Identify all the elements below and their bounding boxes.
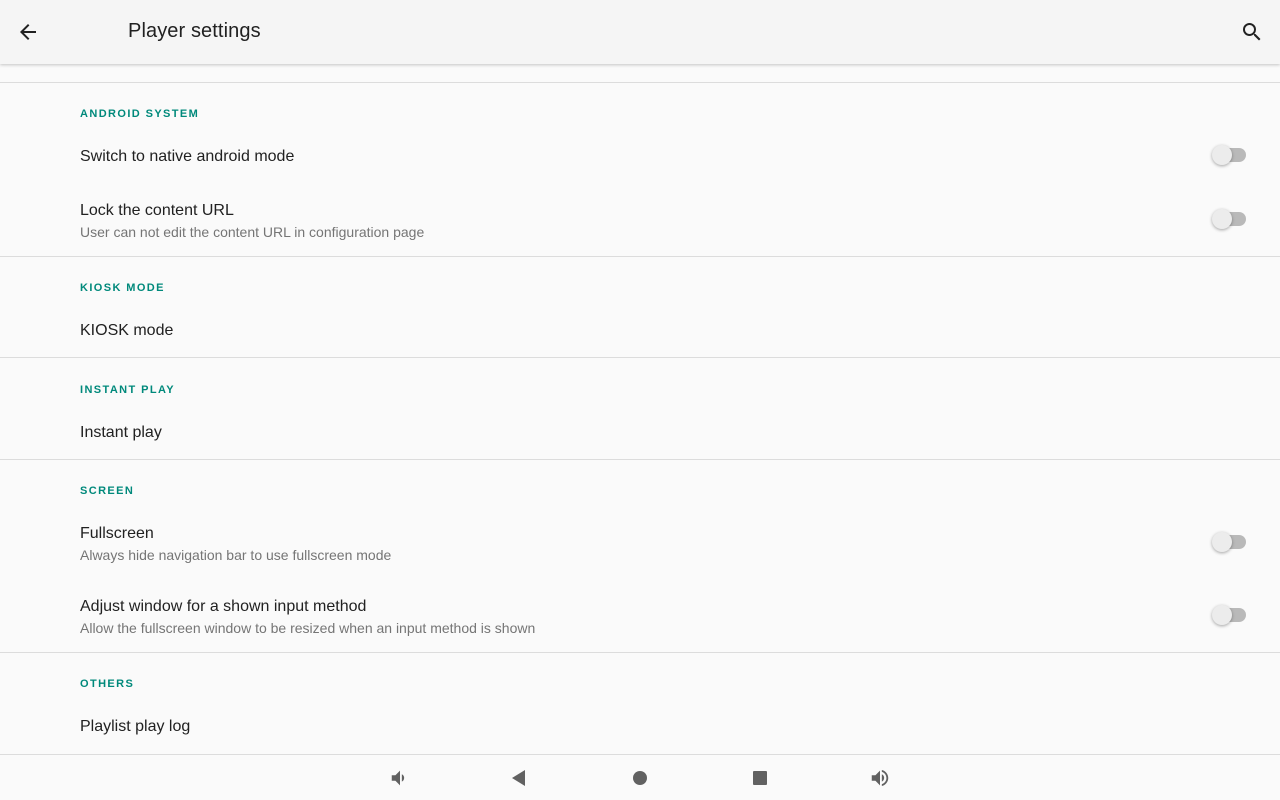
volume-down-icon <box>391 770 405 786</box>
back-button[interactable] <box>8 12 48 52</box>
search-icon <box>1243 23 1261 41</box>
nav-recents-button[interactable] <box>748 766 772 790</box>
category-android-system: ANDROID SYSTEM <box>80 108 200 120</box>
home-circle-icon <box>633 771 647 785</box>
pref-title: Switch to native android mode <box>80 148 295 165</box>
pref-playlist-play-log[interactable]: Playlist play log <box>0 706 1280 746</box>
pref-kiosk-mode[interactable]: KIOSK mode <box>0 310 1280 350</box>
nav-back-button[interactable] <box>507 766 531 790</box>
pref-fullscreen[interactable]: Fullscreen Always hide navigation bar to… <box>0 516 1280 570</box>
back-triangle-icon <box>512 770 525 786</box>
pref-native-android-mode[interactable]: Switch to native android mode <box>0 136 1280 176</box>
pref-lock-content-url[interactable]: Lock the content URL User can not edit t… <box>0 194 1280 248</box>
system-nav-bar <box>0 754 1280 800</box>
pref-title: Fullscreen <box>80 525 154 542</box>
pref-title: Playlist play log <box>80 718 191 735</box>
arrow-left-icon <box>20 24 36 40</box>
adjust-window-switch[interactable] <box>1212 605 1246 625</box>
divider <box>0 459 1280 460</box>
switch-thumb <box>1212 209 1232 229</box>
volume-up-button[interactable] <box>868 766 892 790</box>
pref-instant-play[interactable]: Instant play <box>0 412 1280 452</box>
native-mode-switch[interactable] <box>1212 145 1246 165</box>
switch-thumb <box>1212 145 1232 165</box>
lock-url-switch[interactable] <box>1212 209 1246 229</box>
category-screen: SCREEN <box>80 485 135 497</box>
pref-summary: User can not edit the content URL in con… <box>80 224 425 240</box>
divider <box>0 652 1280 653</box>
switch-thumb <box>1212 532 1232 552</box>
search-button[interactable] <box>1232 12 1272 52</box>
switch-thumb <box>1212 605 1232 625</box>
category-instant-play: INSTANT PLAY <box>80 384 176 396</box>
divider <box>0 82 1280 83</box>
pref-summary: Always hide navigation bar to use fullsc… <box>80 547 392 563</box>
pref-title: Instant play <box>80 424 162 441</box>
category-others: OTHERS <box>80 678 135 690</box>
pref-title: Adjust window for a shown input method <box>80 598 367 615</box>
category-kiosk-mode: KIOSK MODE <box>80 282 165 294</box>
page-title: Player settings <box>128 20 261 42</box>
divider <box>0 357 1280 358</box>
settings-screen: Player settings ANDROID SYSTEM Switch to… <box>0 0 1280 800</box>
pref-title: KIOSK mode <box>80 322 174 339</box>
nav-home-button[interactable] <box>628 766 652 790</box>
app-bar: Player settings <box>0 0 1280 64</box>
divider <box>0 256 1280 257</box>
settings-list[interactable]: ANDROID SYSTEM Switch to native android … <box>0 64 1280 754</box>
volume-up-icon <box>871 769 889 787</box>
pref-summary: Allow the fullscreen window to be resize… <box>80 620 536 636</box>
volume-down-button[interactable] <box>388 766 412 790</box>
pref-adjust-window[interactable]: Adjust window for a shown input method A… <box>0 589 1280 643</box>
recents-square-icon <box>753 771 767 785</box>
pref-title: Lock the content URL <box>80 202 234 219</box>
fullscreen-switch[interactable] <box>1212 532 1246 552</box>
